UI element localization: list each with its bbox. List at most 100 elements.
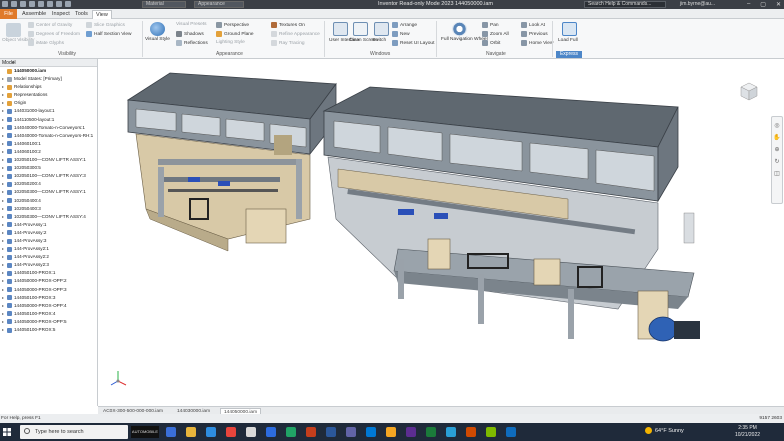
steering-wheel-icon[interactable]: ◎: [772, 122, 782, 129]
lighting-style-dropdown[interactable]: Lighting Style: [216, 40, 245, 45]
zoom-tool-icon[interactable]: ⊕: [772, 146, 782, 153]
user-account[interactable]: jim.byrne@au...: [680, 1, 715, 7]
home-view-button[interactable]: Home View: [529, 41, 553, 46]
arrange-button[interactable]: Arrange: [400, 23, 417, 28]
expand-arrow-icon[interactable]: ▸: [2, 277, 5, 285]
visual-style-button[interactable]: Visual Style: [145, 37, 170, 42]
expand-arrow-icon[interactable]: ▸: [2, 124, 5, 132]
load-full-icon[interactable]: [562, 22, 577, 36]
expand-arrow-icon[interactable]: ▸: [2, 172, 5, 180]
app-icon[interactable]: [426, 427, 436, 437]
reflections-button[interactable]: Reflections: [184, 41, 208, 46]
visual-style-icon[interactable]: [150, 22, 165, 36]
tab-view[interactable]: View: [92, 10, 112, 19]
mail-icon[interactable]: [266, 427, 276, 437]
browser-tree-item[interactable]: ▸ 144-ProvAssy2:2: [0, 253, 97, 261]
browser-tree-item[interactable]: ▸ 144050100-PROX:5: [0, 326, 97, 334]
expand-arrow-icon[interactable]: ▸: [2, 75, 5, 83]
app-icon[interactable]: [506, 427, 516, 437]
task-view-icon[interactable]: [166, 427, 176, 437]
browser-tree-item[interactable]: ▸ 102050400:3: [0, 205, 97, 213]
browser-tree-item[interactable]: ▸ 144-ProvAssy:3: [0, 237, 97, 245]
browser-tree-item[interactable]: ▸ 144031000-layout:1: [0, 107, 97, 115]
expand-arrow-icon[interactable]: ▸: [2, 221, 5, 229]
expand-arrow-icon[interactable]: ▸: [2, 107, 5, 115]
look-at-tool-icon[interactable]: ◫: [772, 170, 782, 177]
undo-icon[interactable]: [29, 1, 35, 7]
expand-arrow-icon[interactable]: ▸: [2, 205, 5, 213]
reset-ui-layout-button[interactable]: Reset UI Layout: [400, 41, 434, 46]
expand-arrow-icon[interactable]: ▸: [2, 148, 5, 156]
expand-arrow-icon[interactable]: ▸: [2, 237, 5, 245]
browser-tree-item[interactable]: ▸ 144-ProvAssy:1: [0, 221, 97, 229]
previous-view-button[interactable]: Previous: [529, 32, 548, 37]
app-icon[interactable]: [486, 427, 496, 437]
expand-arrow-icon[interactable]: ▸: [2, 156, 5, 164]
teams-icon[interactable]: [346, 427, 356, 437]
degrees-of-freedom-button[interactable]: Degrees of Freedom: [36, 32, 80, 37]
switch-window-icon[interactable]: [374, 22, 389, 36]
viewcube[interactable]: [738, 80, 760, 102]
navigation-wheel-icon[interactable]: [452, 22, 467, 36]
expand-arrow-icon[interactable]: ▸: [2, 116, 5, 124]
redo-icon[interactable]: [38, 1, 44, 7]
expand-arrow-icon[interactable]: ▸: [2, 318, 5, 326]
graphics-window[interactable]: [98, 59, 784, 406]
browser-tree-item[interactable]: ▸ 144050000-PROX-OPP:4: [0, 302, 97, 310]
tab-inspect[interactable]: Inspect: [52, 11, 70, 17]
expand-arrow-icon[interactable]: ▸: [2, 302, 5, 310]
taskbar-search-input[interactable]: Type here to search: [20, 425, 128, 439]
perspective-button[interactable]: Perspective: [224, 23, 249, 28]
weather-widget[interactable]: 64°F Sunny: [645, 427, 684, 434]
select-icon[interactable]: [56, 1, 62, 7]
help-search-input[interactable]: Search Help & Commands...: [584, 1, 666, 8]
browser-tree-item[interactable]: ▸ 102050200:4: [0, 180, 97, 188]
tab-tools[interactable]: Tools: [75, 11, 88, 17]
open-icon[interactable]: [11, 1, 17, 7]
browser-tree-item[interactable]: ▸ Model States: [Primary]: [0, 75, 97, 83]
powerpoint-icon[interactable]: [306, 427, 316, 437]
browser-tree-item[interactable]: ▸ 102050100—CONV LIFTR ASSY:1: [0, 156, 97, 164]
browser-tree-item[interactable]: ▸ 102050300—CONV LIFTR ASSY:4: [0, 213, 97, 221]
visual-presets-dropdown[interactable]: Visual Presets: [176, 22, 207, 27]
minimize-icon[interactable]: –: [747, 1, 750, 8]
slice-graphics-button[interactable]: Slice Graphics: [94, 23, 125, 28]
browser-tree-item[interactable]: ▸ 102050300:5: [0, 164, 97, 172]
expand-arrow-icon[interactable]: ▸: [2, 261, 5, 269]
store-icon[interactable]: [246, 427, 256, 437]
browser-tree-item[interactable]: ▸ 144-ProvAssy2:1: [0, 245, 97, 253]
file-explorer-icon[interactable]: [186, 427, 196, 437]
browser-tree-item[interactable]: ▸ 102050300—CONV LIFTR ASSY:1: [0, 188, 97, 196]
browser-tree-item[interactable]: ▸ Relationships: [0, 83, 97, 91]
tab-file[interactable]: File: [0, 9, 17, 19]
full-navigation-wheel-button[interactable]: Full Navigation Wheel: [441, 37, 488, 42]
expand-arrow-icon[interactable]: ▸: [2, 253, 5, 261]
clean-screen-icon[interactable]: [353, 22, 368, 36]
pan-button[interactable]: Pan: [490, 23, 499, 28]
browser-tree-item[interactable]: ▸ 144-ProvAssy2:3: [0, 261, 97, 269]
imate-glyphs-button[interactable]: iMate Glyphs: [36, 41, 64, 46]
browser-tree-item[interactable]: ▸ 144050000-PROX-OPP:5: [0, 318, 97, 326]
browser-tree-item[interactable]: ▸ 144060100:2: [0, 148, 97, 156]
chrome-icon[interactable]: [226, 427, 236, 437]
browser-tree-item[interactable]: ▸ 144060100:1: [0, 140, 97, 148]
browser-root-item[interactable]: 144050000.iam: [0, 67, 97, 75]
expand-arrow-icon[interactable]: ▸: [2, 99, 5, 107]
half-section-view-button[interactable]: Half Section View: [94, 32, 132, 37]
ground-plane-button[interactable]: Ground Plane: [224, 32, 254, 37]
browser-tree-item[interactable]: ▸ Representations: [0, 91, 97, 99]
taskbar-logo[interactable]: AUTOMOBILE: [131, 426, 159, 438]
expand-arrow-icon[interactable]: ▸: [2, 180, 5, 188]
expand-arrow-icon[interactable]: ▸: [2, 269, 5, 277]
browser-tree-item[interactable]: ▸ Origin: [0, 99, 97, 107]
material-dropdown[interactable]: Material: [142, 1, 186, 8]
pan-tool-icon[interactable]: ✋: [772, 134, 782, 141]
maximize-icon[interactable]: ▢: [760, 1, 766, 8]
inventor-icon[interactable]: [386, 427, 396, 437]
browser-tree-item[interactable]: ▸ 102050400:4: [0, 197, 97, 205]
browser-tree-item[interactable]: ▸ 144050100-PROX:1: [0, 269, 97, 277]
refine-appearance-button[interactable]: Refine Appearance: [279, 32, 320, 37]
orbit-button[interactable]: Orbit: [490, 41, 500, 46]
close-icon[interactable]: ✕: [776, 1, 781, 8]
expand-arrow-icon[interactable]: ▸: [2, 197, 5, 205]
